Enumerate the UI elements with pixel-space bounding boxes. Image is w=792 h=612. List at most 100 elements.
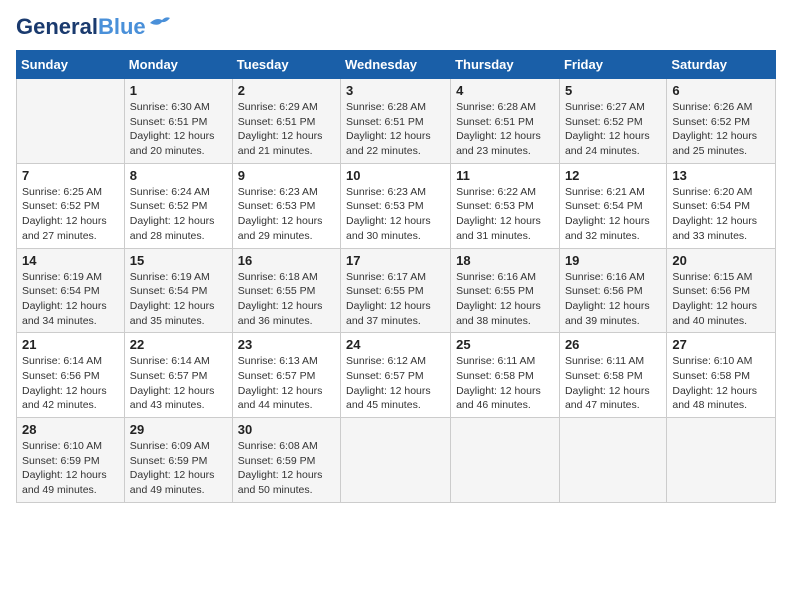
day-number: 27 [672, 337, 770, 352]
calendar-cell [451, 418, 560, 503]
day-number: 1 [130, 83, 227, 98]
day-number: 6 [672, 83, 770, 98]
day-info: Sunrise: 6:23 AM Sunset: 6:53 PM Dayligh… [346, 186, 431, 242]
calendar-cell: 7 Sunrise: 6:25 AM Sunset: 6:52 PM Daylig… [17, 163, 125, 248]
day-info: Sunrise: 6:17 AM Sunset: 6:55 PM Dayligh… [346, 271, 431, 327]
calendar-cell [667, 418, 776, 503]
calendar-cell: 14 Sunrise: 6:19 AM Sunset: 6:54 PM Dayli… [17, 248, 125, 333]
day-number: 30 [238, 422, 335, 437]
weekday-header: Friday [559, 51, 666, 79]
calendar-cell: 11 Sunrise: 6:22 AM Sunset: 6:53 PM Dayli… [451, 163, 560, 248]
day-info: Sunrise: 6:28 AM Sunset: 6:51 PM Dayligh… [346, 101, 431, 157]
calendar-cell: 25 Sunrise: 6:11 AM Sunset: 6:58 PM Dayli… [451, 333, 560, 418]
logo: GeneralBlue [16, 16, 170, 38]
page-header: GeneralBlue [16, 16, 776, 38]
calendar-cell: 16Sunrise: 6:18 AM Sunset: 6:55 PM Dayli… [232, 248, 340, 333]
calendar-cell: 15Sunrise: 6:19 AM Sunset: 6:54 PM Dayli… [124, 248, 232, 333]
calendar-cell: 6Sunrise: 6:26 AM Sunset: 6:52 PM Daylig… [667, 79, 776, 164]
weekday-header: Sunday [17, 51, 125, 79]
day-number: 14 [22, 253, 119, 268]
calendar-header-row: SundayMondayTuesdayWednesdayThursdayFrid… [17, 51, 776, 79]
day-info: Sunrise: 6:25 AM Sunset: 6:52 PM Dayligh… [22, 186, 107, 242]
calendar-cell: 13 Sunrise: 6:20 AM Sunset: 6:54 PM Dayli… [667, 163, 776, 248]
day-info: Sunrise: 6:08 AM Sunset: 6:59 PM Dayligh… [238, 440, 323, 496]
day-number: 20 [672, 253, 770, 268]
calendar-cell: 21Sunrise: 6:14 AM Sunset: 6:56 PM Dayli… [17, 333, 125, 418]
day-info: Sunrise: 6:13 AM Sunset: 6:57 PM Dayligh… [238, 355, 323, 411]
day-info: Sunrise: 6:30 AM Sunset: 6:51 PM Dayligh… [130, 101, 215, 157]
calendar-cell [17, 79, 125, 164]
day-number: 10 [346, 168, 445, 183]
day-info: Sunrise: 6:22 AM Sunset: 6:53 PM Dayligh… [456, 186, 541, 242]
calendar-cell: 18 Sunrise: 6:16 AM Sunset: 6:55 PM Dayli… [451, 248, 560, 333]
calendar-cell [559, 418, 666, 503]
calendar-cell: 26Sunrise: 6:11 AM Sunset: 6:58 PM Dayli… [559, 333, 666, 418]
day-info: Sunrise: 6:27 AM Sunset: 6:52 PM Dayligh… [565, 101, 650, 157]
calendar-cell: 17 Sunrise: 6:17 AM Sunset: 6:55 PM Dayli… [341, 248, 451, 333]
day-info: Sunrise: 6:09 AM Sunset: 6:59 PM Dayligh… [130, 440, 215, 496]
day-info: Sunrise: 6:29 AM Sunset: 6:51 PM Dayligh… [238, 101, 323, 157]
calendar-cell: 9 Sunrise: 6:23 AM Sunset: 6:53 PM Daylig… [232, 163, 340, 248]
day-info: Sunrise: 6:20 AM Sunset: 6:54 PM Dayligh… [672, 186, 757, 242]
day-number: 26 [565, 337, 661, 352]
day-info: Sunrise: 6:16 AM Sunset: 6:56 PM Dayligh… [565, 271, 650, 327]
day-number: 28 [22, 422, 119, 437]
weekday-header: Thursday [451, 51, 560, 79]
calendar-body: 1 Sunrise: 6:30 AM Sunset: 6:51 PM Daylig… [17, 79, 776, 503]
day-info: Sunrise: 6:16 AM Sunset: 6:55 PM Dayligh… [456, 271, 541, 327]
calendar-week-row: 14 Sunrise: 6:19 AM Sunset: 6:54 PM Dayli… [17, 248, 776, 333]
day-info: Sunrise: 6:14 AM Sunset: 6:57 PM Dayligh… [130, 355, 215, 411]
calendar-cell: 23 Sunrise: 6:13 AM Sunset: 6:57 PM Dayli… [232, 333, 340, 418]
day-info: Sunrise: 6:10 AM Sunset: 6:58 PM Dayligh… [672, 355, 757, 411]
calendar-cell: 12 Sunrise: 6:21 AM Sunset: 6:54 PM Dayli… [559, 163, 666, 248]
calendar-cell: 2 Sunrise: 6:29 AM Sunset: 6:51 PM Daylig… [232, 79, 340, 164]
calendar-cell: 30 Sunrise: 6:08 AM Sunset: 6:59 PM Dayli… [232, 418, 340, 503]
day-number: 2 [238, 83, 335, 98]
calendar-cell [341, 418, 451, 503]
day-number: 12 [565, 168, 661, 183]
logo-bird-icon [148, 15, 170, 31]
calendar-cell: 28 Sunrise: 6:10 AM Sunset: 6:59 PM Dayli… [17, 418, 125, 503]
calendar-cell: 3Sunrise: 6:28 AM Sunset: 6:51 PM Daylig… [341, 79, 451, 164]
weekday-header: Wednesday [341, 51, 451, 79]
day-number: 23 [238, 337, 335, 352]
day-info: Sunrise: 6:21 AM Sunset: 6:54 PM Dayligh… [565, 186, 650, 242]
day-number: 22 [130, 337, 227, 352]
calendar-cell: 8 Sunrise: 6:24 AM Sunset: 6:52 PM Daylig… [124, 163, 232, 248]
day-number: 13 [672, 168, 770, 183]
calendar-cell: 10 Sunrise: 6:23 AM Sunset: 6:53 PM Dayli… [341, 163, 451, 248]
day-number: 21 [22, 337, 119, 352]
day-info: Sunrise: 6:23 AM Sunset: 6:53 PM Dayligh… [238, 186, 323, 242]
day-number: 8 [130, 168, 227, 183]
day-info: Sunrise: 6:10 AM Sunset: 6:59 PM Dayligh… [22, 440, 107, 496]
weekday-header: Saturday [667, 51, 776, 79]
day-number: 17 [346, 253, 445, 268]
day-number: 4 [456, 83, 554, 98]
calendar-cell: 27 Sunrise: 6:10 AM Sunset: 6:58 PM Dayli… [667, 333, 776, 418]
logo-text: GeneralBlue [16, 16, 146, 38]
calendar-cell: 1 Sunrise: 6:30 AM Sunset: 6:51 PM Daylig… [124, 79, 232, 164]
day-info: Sunrise: 6:15 AM Sunset: 6:56 PM Dayligh… [672, 271, 757, 327]
day-info: Sunrise: 6:24 AM Sunset: 6:52 PM Dayligh… [130, 186, 215, 242]
day-number: 29 [130, 422, 227, 437]
day-number: 25 [456, 337, 554, 352]
calendar-week-row: 28 Sunrise: 6:10 AM Sunset: 6:59 PM Dayli… [17, 418, 776, 503]
day-info: Sunrise: 6:28 AM Sunset: 6:51 PM Dayligh… [456, 101, 541, 157]
calendar-cell: 19 Sunrise: 6:16 AM Sunset: 6:56 PM Dayli… [559, 248, 666, 333]
day-number: 11 [456, 168, 554, 183]
day-number: 19 [565, 253, 661, 268]
calendar-cell: 29 Sunrise: 6:09 AM Sunset: 6:59 PM Dayli… [124, 418, 232, 503]
day-info: Sunrise: 6:19 AM Sunset: 6:54 PM Dayligh… [22, 271, 107, 327]
calendar-cell: 20 Sunrise: 6:15 AM Sunset: 6:56 PM Dayli… [667, 248, 776, 333]
weekday-header: Tuesday [232, 51, 340, 79]
day-number: 16 [238, 253, 335, 268]
calendar-cell: 5Sunrise: 6:27 AM Sunset: 6:52 PM Daylig… [559, 79, 666, 164]
calendar-week-row: 7 Sunrise: 6:25 AM Sunset: 6:52 PM Daylig… [17, 163, 776, 248]
day-number: 9 [238, 168, 335, 183]
day-number: 7 [22, 168, 119, 183]
calendar-week-row: 21Sunrise: 6:14 AM Sunset: 6:56 PM Dayli… [17, 333, 776, 418]
day-number: 18 [456, 253, 554, 268]
weekday-header: Monday [124, 51, 232, 79]
day-info: Sunrise: 6:11 AM Sunset: 6:58 PM Dayligh… [456, 355, 541, 411]
day-number: 15 [130, 253, 227, 268]
